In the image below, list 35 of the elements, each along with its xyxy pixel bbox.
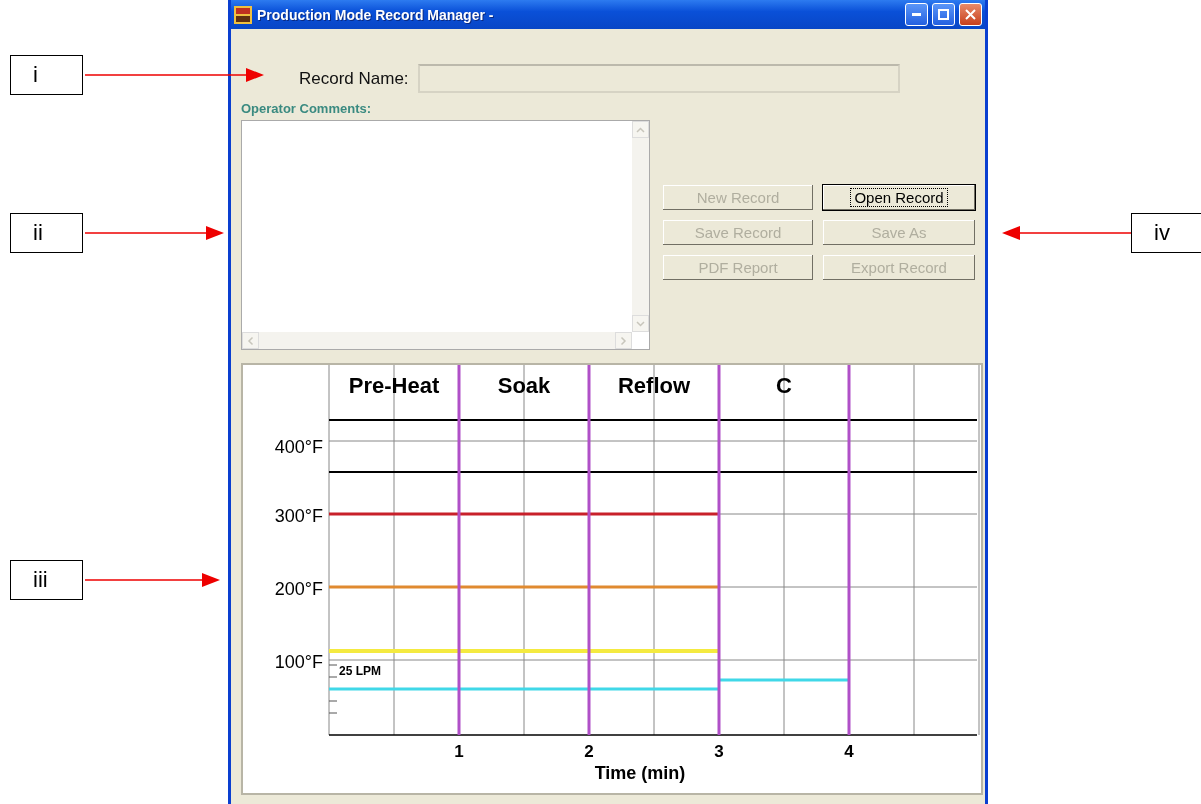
axis-tick-label: 3 (714, 742, 724, 761)
record-name-field[interactable] (417, 64, 900, 93)
callout-label: iv (1131, 213, 1201, 253)
record-button[interactable]: Open Record (822, 184, 976, 211)
flow-label: 25 LPM (339, 664, 381, 678)
caret-icon (636, 126, 645, 133)
axis-tick-label: 200°F (274, 579, 323, 599)
vertical-scrollbar[interactable] (632, 121, 649, 332)
field-label: Operator Comments: (241, 101, 373, 116)
maximize-icon (938, 9, 949, 20)
caret-icon (247, 336, 254, 345)
callout-label: iii (10, 560, 83, 600)
phase-label: C (776, 373, 792, 398)
maximize-button[interactable] (932, 3, 955, 26)
phase-label: Reflow (617, 373, 691, 398)
minimize-button[interactable] (905, 3, 928, 26)
window-title: Production Mode Record Manager - (257, 6, 495, 23)
axis-tick-label: 300°F (274, 506, 323, 526)
axis-title: Time (min) (594, 763, 686, 783)
axis-tick-label: 1 (454, 742, 464, 761)
close-icon (965, 9, 976, 20)
axis-tick-label: 4 (844, 742, 854, 761)
close-button[interactable] (959, 3, 982, 26)
comments-field[interactable] (241, 120, 650, 350)
axis-tick-label: 100°F (274, 652, 323, 672)
app-icon (233, 4, 253, 25)
field-label: Record Name: (299, 68, 409, 89)
axis-tick-label: 2 (584, 742, 594, 761)
horizontal-scrollbar[interactable] (242, 332, 632, 349)
callout-label: i (10, 55, 83, 95)
phase-label: Soak (497, 373, 551, 398)
phase-label: Pre-Heat (348, 373, 440, 398)
minimize-icon (912, 13, 921, 16)
callout-label: ii (10, 213, 83, 253)
axis-tick-label: 400°F (274, 437, 323, 457)
